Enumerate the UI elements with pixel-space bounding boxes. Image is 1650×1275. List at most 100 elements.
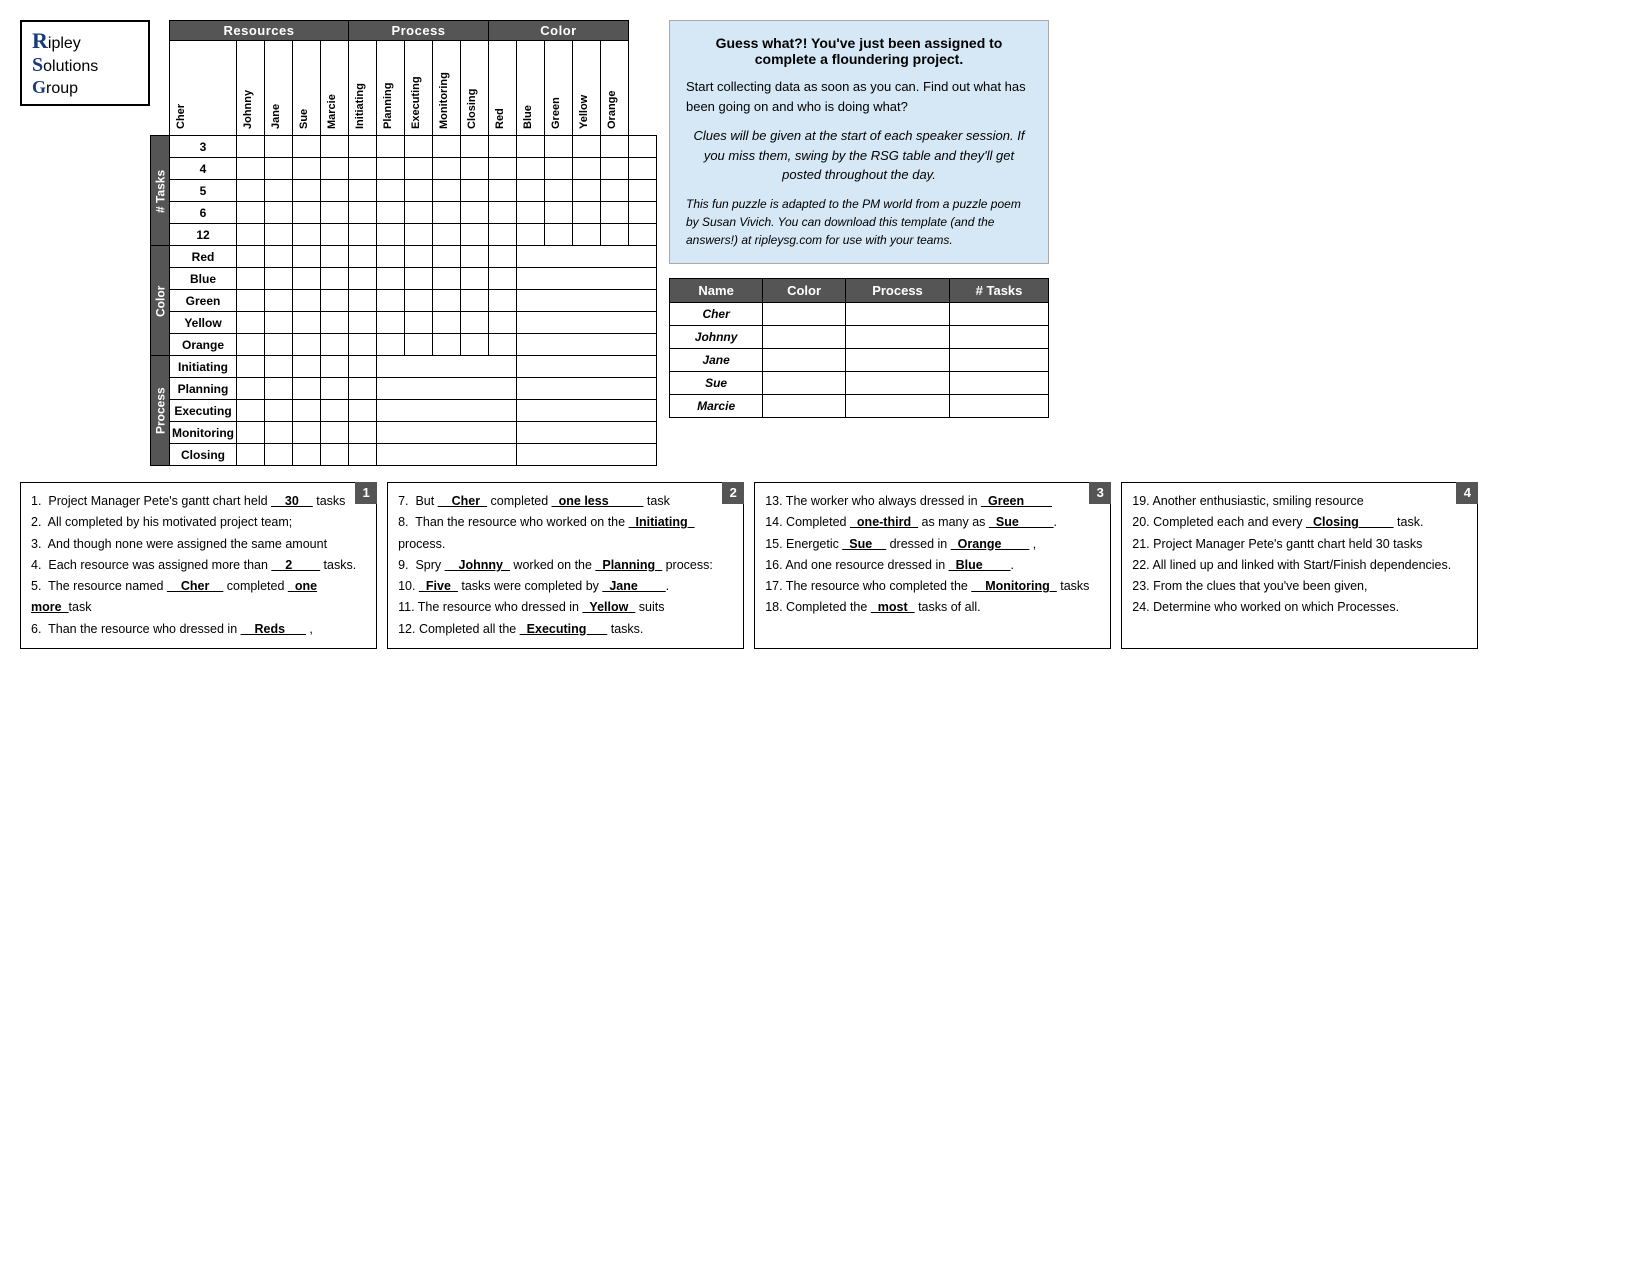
col-blue: Blue bbox=[516, 41, 544, 136]
clue-3-2: 14. Completed _one-third_ as many as _Su… bbox=[765, 512, 1100, 533]
clue-4-2: 20. Completed each and every _Closing___… bbox=[1132, 512, 1467, 533]
row-label-initiating: Initiating bbox=[170, 356, 237, 378]
summary-tasks-johnny bbox=[950, 325, 1049, 348]
col-johnny: Johnny bbox=[236, 41, 264, 136]
clue-1-3: 3. And though none were assigned the sam… bbox=[31, 534, 366, 555]
color-header: Color bbox=[488, 21, 628, 41]
color-row-orange: Orange bbox=[151, 334, 657, 356]
clue-number-4: 4 bbox=[1456, 482, 1478, 504]
row-label-planning: Planning bbox=[170, 378, 237, 400]
clues-section: 1 1. Project Manager Pete's gantt chart … bbox=[20, 482, 1478, 649]
clue-box-4: 4 19. Another enthusiastic, smiling reso… bbox=[1121, 482, 1478, 649]
summary-row-sue: Sue bbox=[669, 371, 1048, 394]
row-label-executing: Executing bbox=[170, 400, 237, 422]
col-executing: Executing bbox=[404, 41, 432, 136]
col-monitoring: Monitoring bbox=[432, 41, 460, 136]
summary-color-johnny bbox=[763, 325, 846, 348]
resources-header: Resources bbox=[170, 21, 349, 41]
summary-tasks-jane bbox=[950, 348, 1049, 371]
summary-color-cher bbox=[763, 302, 846, 325]
process-row-monitoring: Monitoring bbox=[151, 422, 657, 444]
clue-2-5: 11. The resource who dressed in _Yellow_… bbox=[398, 597, 733, 618]
summary-process-marcie bbox=[845, 394, 949, 417]
summary-name-marcie: Marcie bbox=[669, 394, 762, 417]
clue-1-5: 5. The resource named __Cher__ completed… bbox=[31, 576, 366, 619]
logo-ripley: ipley bbox=[48, 35, 81, 53]
summary-tasks-sue bbox=[950, 371, 1049, 394]
tasks-row-6: 6 bbox=[151, 202, 657, 224]
summary-tasks-cher bbox=[950, 302, 1049, 325]
tasks-row-3: # Tasks 3 bbox=[151, 136, 657, 158]
process-row-planning: Planning bbox=[151, 378, 657, 400]
tasks-row-5: 5 bbox=[151, 180, 657, 202]
summary-row-cher: Cher bbox=[669, 302, 1048, 325]
clue-2-3: 9. Spry __Johnny_ worked on the _Plannin… bbox=[398, 555, 733, 576]
summary-color-sue bbox=[763, 371, 846, 394]
info-italic: Clues will be given at the start of each… bbox=[686, 126, 1032, 185]
clue-2-6: 12. Completed all the _Executing___ task… bbox=[398, 619, 733, 640]
clue-3-1: 13. The worker who always dressed in _Gr… bbox=[765, 491, 1100, 512]
clue-1-1: 1. Project Manager Pete's gantt chart he… bbox=[31, 491, 366, 512]
clue-box-2: 2 7. But __Cher_ completed _one less____… bbox=[387, 482, 744, 649]
info-footer: This fun puzzle is adapted to the PM wor… bbox=[686, 195, 1032, 249]
logo: R ipley S olutions G roup bbox=[20, 20, 150, 106]
info-headline: Guess what?! You've just been assigned t… bbox=[686, 35, 1032, 67]
col-planning: Planning bbox=[376, 41, 404, 136]
col-initiating: Initiating bbox=[348, 41, 376, 136]
summary-color-marcie bbox=[763, 394, 846, 417]
logo-solutions: olutions bbox=[43, 58, 98, 76]
color-row-yellow: Yellow bbox=[151, 312, 657, 334]
clue-3-3: 15. Energetic _Sue__ dressed in _Orange_… bbox=[765, 534, 1100, 555]
color-section-label: Color bbox=[151, 246, 170, 356]
col-cher: Cher bbox=[170, 41, 237, 136]
process-row-initiating: Process Initiating bbox=[151, 356, 657, 378]
clue-3-5: 17. The resource who completed the __Mon… bbox=[765, 576, 1100, 597]
clue-4-6: 24. Determine who worked on which Proces… bbox=[1132, 597, 1467, 618]
clue-2-1: 7. But __Cher_ completed _one less_____ … bbox=[398, 491, 733, 512]
row-label-red: Red bbox=[170, 246, 237, 268]
summary-row-jane: Jane bbox=[669, 348, 1048, 371]
info-subtext: Start collecting data as soon as you can… bbox=[686, 77, 1032, 116]
clue-number-1: 1 bbox=[355, 482, 377, 504]
row-label-5: 5 bbox=[170, 180, 237, 202]
row-label-yellow: Yellow bbox=[170, 312, 237, 334]
process-row-closing: Closing bbox=[151, 444, 657, 466]
clue-2-2: 8. Than the resource who worked on the _… bbox=[398, 512, 733, 555]
clue-2-4: 10. _Five_ tasks were completed by _Jane… bbox=[398, 576, 733, 597]
process-header: Process bbox=[348, 21, 488, 41]
summary-process-cher bbox=[845, 302, 949, 325]
summary-header-color: Color bbox=[763, 278, 846, 302]
tasks-section-label: # Tasks bbox=[151, 136, 170, 246]
summary-name-cher: Cher bbox=[669, 302, 762, 325]
col-jane: Jane bbox=[264, 41, 292, 136]
col-orange: Orange bbox=[600, 41, 628, 136]
logo-r: R bbox=[32, 28, 48, 54]
logo-g: G bbox=[32, 77, 46, 98]
summary-row-marcie: Marcie bbox=[669, 394, 1048, 417]
tasks-row-4: 4 bbox=[151, 158, 657, 180]
summary-table: Name Color Process # Tasks Cher bbox=[669, 278, 1049, 418]
color-row-red: Color Red bbox=[151, 246, 657, 268]
clue-box-1: 1 1. Project Manager Pete's gantt chart … bbox=[20, 482, 377, 649]
summary-header-tasks: # Tasks bbox=[950, 278, 1049, 302]
summary-name-johnny: Johnny bbox=[669, 325, 762, 348]
summary-process-sue bbox=[845, 371, 949, 394]
clue-number-3: 3 bbox=[1089, 482, 1111, 504]
logo-group: roup bbox=[46, 80, 78, 98]
row-label-3: 3 bbox=[170, 136, 237, 158]
col-yellow: Yellow bbox=[572, 41, 600, 136]
row-label-orange: Orange bbox=[170, 334, 237, 356]
summary-name-sue: Sue bbox=[669, 371, 762, 394]
tasks-row-12: 12 bbox=[151, 224, 657, 246]
row-label-green: Green bbox=[170, 290, 237, 312]
row-label-closing: Closing bbox=[170, 444, 237, 466]
clue-box-3: 3 13. The worker who always dressed in _… bbox=[754, 482, 1111, 649]
col-sue: Sue bbox=[292, 41, 320, 136]
summary-process-jane bbox=[845, 348, 949, 371]
summary-tasks-marcie bbox=[950, 394, 1049, 417]
clue-1-4: 4. Each resource was assigned more than … bbox=[31, 555, 366, 576]
main-grid: Resources Process Color bbox=[150, 20, 657, 466]
clue-4-1: 19. Another enthusiastic, smiling resour… bbox=[1132, 491, 1467, 512]
row-label-blue: Blue bbox=[170, 268, 237, 290]
row-label-4: 4 bbox=[170, 158, 237, 180]
